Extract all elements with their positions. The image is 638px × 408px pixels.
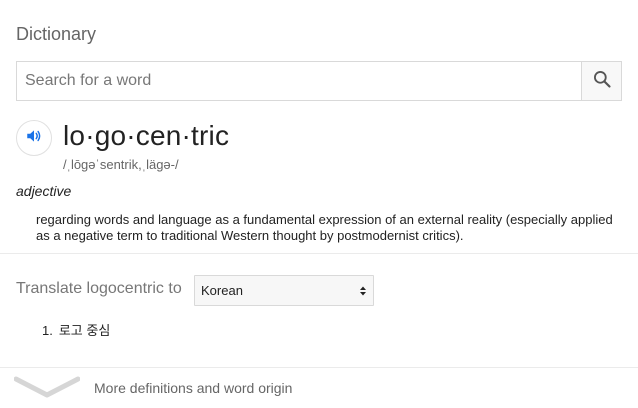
- language-select[interactable]: Korean: [194, 275, 374, 306]
- dictionary-card: Dictionary lo·go·cen·tric /ˌlōɡəˈsentrik…: [0, 0, 638, 408]
- search-button[interactable]: [581, 62, 621, 100]
- select-arrows-icon: [359, 285, 367, 297]
- pronunciation-button[interactable]: [16, 120, 52, 156]
- speaker-icon: [25, 127, 43, 150]
- translation-number: 1.: [42, 323, 53, 338]
- search-input[interactable]: [17, 62, 581, 100]
- translation-result: 1. 로고 중심: [42, 320, 110, 339]
- part-of-speech: adjective: [16, 183, 72, 199]
- phonetic-spelling: /ˌlōɡəˈsentrik,ˌläɡə-/: [63, 157, 179, 172]
- divider: [0, 253, 638, 254]
- translate-label: Translate logocentric to: [16, 280, 182, 297]
- definition-text: regarding words and language as a fundam…: [36, 212, 613, 243]
- card-title: Dictionary: [16, 24, 97, 44]
- more-definitions-button[interactable]: More definitions and word origin: [0, 368, 638, 408]
- chevron-down-icon: [13, 375, 81, 404]
- search-icon: [592, 69, 612, 94]
- more-definitions-label: More definitions and word origin: [94, 380, 293, 396]
- language-select-value: Korean: [201, 283, 243, 298]
- search-box: [16, 61, 622, 101]
- translation-text: 로고 중심: [58, 323, 111, 338]
- headword: lo·go·cen·tric: [63, 120, 230, 151]
